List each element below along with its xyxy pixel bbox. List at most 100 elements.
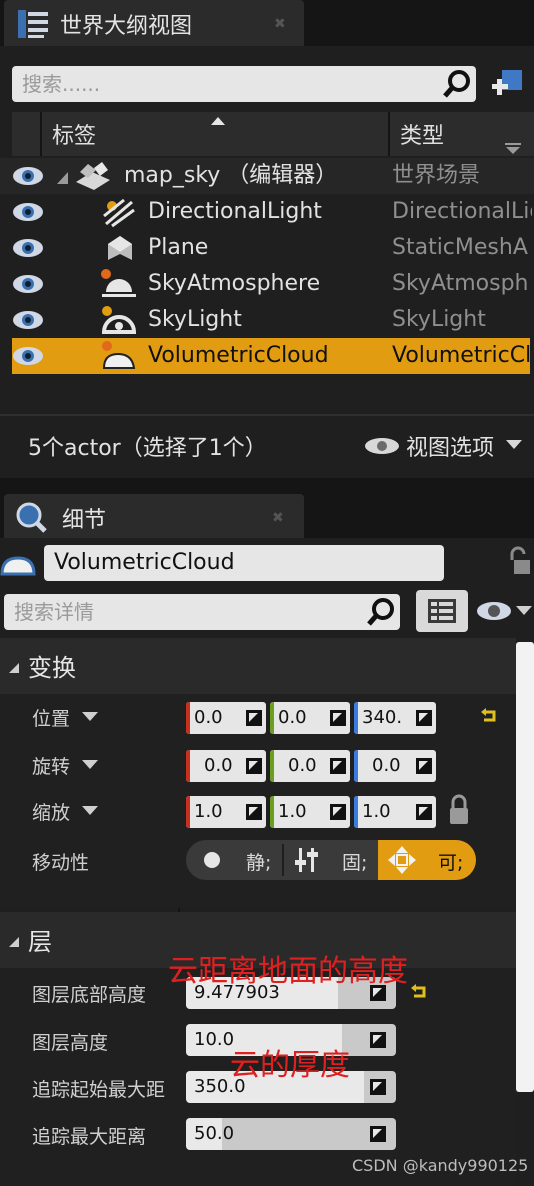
row-type: 世界场景 (392, 163, 481, 188)
column-options-icon[interactable] (504, 140, 522, 154)
chevron-down-icon[interactable] (82, 712, 98, 722)
rotation-y-field[interactable]: 0.0 (270, 750, 350, 782)
eye-icon[interactable] (12, 309, 44, 331)
scale-x-value: 1.0 (194, 801, 223, 822)
outliner-row-plane[interactable]: Plane StaticMeshA (0, 230, 534, 266)
search-icon[interactable] (366, 596, 398, 628)
expand-arrow-icon[interactable] (56, 170, 70, 184)
details-view-options-button[interactable] (476, 598, 534, 626)
mobility-segmented-control: 静; 固; 可; (186, 840, 476, 880)
column-divider (388, 112, 390, 156)
outliner-row-sky-light[interactable]: SkyLight SkyLight (0, 302, 534, 338)
drag-arrow-icon (330, 710, 346, 726)
outliner-footer-divider (0, 414, 534, 416)
mobility-stationary-option[interactable]: 固; (284, 840, 378, 880)
eye-icon[interactable] (12, 345, 44, 367)
scale-z-value: 1.0 (362, 801, 391, 822)
search-icon[interactable] (442, 68, 474, 100)
watermark: CSDN @kandy990125 (352, 1156, 529, 1175)
scale-x-field[interactable]: 1.0 (186, 796, 266, 828)
scale-y-field[interactable]: 1.0 (270, 796, 350, 828)
outliner-tab-close-icon[interactable]: ✖ (274, 16, 286, 32)
row-label: Plane (148, 235, 209, 260)
eye-icon[interactable] (12, 165, 44, 187)
reset-to-default-icon[interactable] (410, 984, 428, 1000)
add-actor-icon[interactable] (488, 66, 526, 102)
sky-atmosphere-icon (100, 268, 138, 300)
details-tab-close-icon[interactable]: ✖ (272, 510, 284, 526)
rotation-x-field[interactable]: 0.0 (186, 750, 266, 782)
location-x-field[interactable]: 0.0 (186, 702, 266, 734)
transform-section-title: 变换 (28, 654, 76, 682)
world-map-icon (74, 160, 112, 192)
drag-arrow-icon (370, 1126, 386, 1142)
chevron-down-icon[interactable] (82, 806, 98, 816)
details-tab-title: 细节 (62, 508, 107, 533)
view-options-button[interactable]: 视图选项 (364, 430, 528, 461)
layer-bottom-altitude-label: 图层底部高度 (32, 984, 147, 1006)
rotation-x-value: 0.0 (204, 755, 233, 776)
view-options-label: 视图选项 (406, 436, 495, 461)
eye-icon (365, 438, 399, 454)
eye-icon[interactable] (12, 201, 44, 223)
grid-icon (428, 599, 456, 623)
location-y-field[interactable]: 0.0 (270, 702, 350, 734)
scale-z-field[interactable]: 1.0 (354, 796, 436, 828)
annotation-cloud-thickness: 云的厚度 (230, 1048, 350, 1083)
lock-scale-icon[interactable] (448, 794, 470, 826)
eye-icon[interactable] (12, 273, 44, 295)
outliner-search-input[interactable]: 搜索...... (12, 66, 476, 102)
outliner-tab-title: 世界大纲视图 (60, 14, 193, 39)
layer-height-value: 10.0 (194, 1029, 235, 1050)
collapse-arrow-icon (9, 937, 19, 947)
actor-name-field[interactable]: VolumetricCloud (44, 545, 444, 581)
outliner-row-directional-light[interactable]: DirectionalLight DirectionalLig (0, 194, 534, 230)
drag-arrow-icon (246, 710, 262, 726)
column-label-header[interactable]: 标签 (52, 118, 96, 150)
details-scrollbar[interactable] (516, 642, 534, 1092)
column-divider (40, 112, 42, 156)
rotation-y-value: 0.0 (288, 755, 317, 776)
trace-start-max-distance-label: 追踪起始最大距 (32, 1079, 166, 1101)
volumetric-cloud-icon (0, 548, 36, 578)
actor-name-value: VolumetricCloud (54, 550, 235, 575)
trace-max-distance-slider[interactable]: 50.0 (186, 1118, 396, 1150)
chevron-down-icon (506, 440, 522, 449)
chevron-down-icon[interactable] (82, 760, 98, 770)
outliner-tab[interactable]: 世界大纲视图 ✖ (4, 0, 304, 46)
drag-arrow-icon (416, 804, 432, 820)
drag-arrow-icon (246, 758, 262, 774)
location-z-field[interactable]: 340. (354, 702, 436, 734)
rotation-label: 旋转 (32, 756, 71, 778)
location-x-value: 0.0 (194, 707, 223, 728)
eye-icon[interactable] (12, 237, 44, 259)
chevron-down-icon (516, 606, 532, 615)
details-magnifier-icon (14, 500, 48, 534)
details-tab[interactable]: 细节 ✖ (4, 494, 304, 538)
row-label: VolumetricCloud (148, 343, 329, 368)
move-arrows-icon (388, 846, 416, 874)
outliner-list-icon (16, 8, 50, 40)
mobility-static-option[interactable]: 静; (186, 840, 282, 880)
static-dot-icon (204, 852, 220, 868)
outliner-row-map[interactable]: map_sky （编辑器） 世界场景 (0, 158, 534, 194)
rotation-z-field[interactable]: 0.0 (354, 750, 436, 782)
layer-section-title: 层 (28, 928, 52, 956)
mobility-movable-option[interactable]: 可; (378, 840, 476, 880)
trace-max-distance-value: 50.0 (194, 1123, 235, 1144)
lock-icon[interactable] (504, 546, 532, 576)
trace-max-distance-label: 追踪最大距离 (32, 1126, 147, 1148)
transform-section-header[interactable]: 变换 (0, 638, 516, 694)
outliner-row-volumetric-cloud[interactable]: VolumetricCloud VolumetricCl (12, 338, 531, 374)
details-search-input[interactable]: 搜索详情 (4, 594, 400, 630)
drag-arrow-icon (330, 804, 346, 820)
annotation-cloud-altitude: 云距离地面的高度 (168, 954, 408, 989)
reset-to-default-icon[interactable] (480, 708, 498, 724)
scale-label: 缩放 (32, 802, 71, 824)
column-type-header[interactable]: 类型 (400, 118, 444, 150)
row-type: StaticMeshA (392, 235, 528, 260)
outliner-row-sky-atmosphere[interactable]: SkyAtmosphere SkyAtmosph (0, 266, 534, 302)
static-mesh-icon (106, 234, 134, 264)
drag-arrow-icon (330, 758, 346, 774)
property-matrix-button[interactable] (416, 590, 468, 632)
